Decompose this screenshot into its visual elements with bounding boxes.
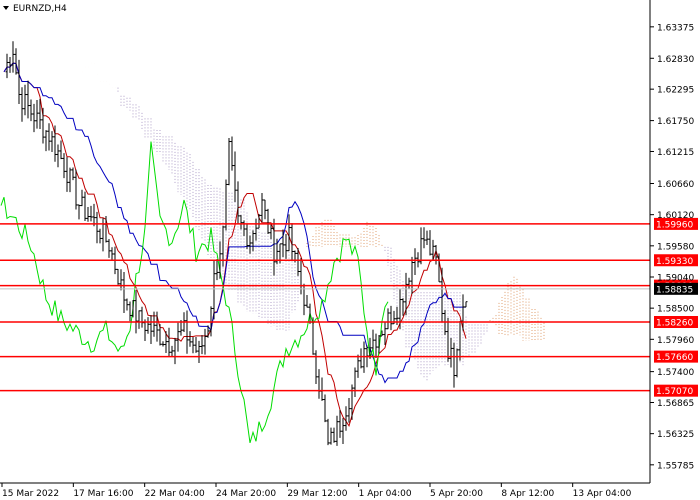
x-tick-label-5: 1 Apr 04:00: [359, 489, 412, 499]
y-tick-label-2: 1.62295: [657, 86, 694, 96]
y-tick-label-3: 1.61750: [657, 117, 694, 127]
symbol-header[interactable]: EURNZD,H4: [3, 4, 67, 14]
y-tick-label-9: 1.58500: [657, 305, 694, 315]
y-tick-label-8: 1.59040: [657, 273, 694, 283]
x-tick-label-2: 22 Mar 04:00: [145, 489, 205, 499]
level-label-3: 1.58260: [656, 319, 693, 329]
y-tick-label-0: 1.63375: [657, 23, 694, 33]
y-tick-label-13: 1.56325: [657, 430, 694, 440]
y-tick-label-4: 1.61215: [657, 148, 694, 158]
y-tick-label-10: 1.57960: [657, 336, 694, 346]
x-tick-label-3: 24 Mar 20:00: [216, 489, 276, 499]
x-tick-label-4: 29 Mar 12:00: [287, 489, 347, 499]
x-tick-label-6: 5 Apr 20:00: [430, 489, 483, 499]
y-tick-label-12: 1.56865: [657, 399, 694, 409]
x-tick-label-8: 13 Apr 04:00: [573, 489, 632, 499]
level-label-4: 1.57660: [656, 353, 693, 363]
y-tick-label-6: 1.60120: [657, 211, 694, 221]
y-tick-label-5: 1.60660: [657, 180, 694, 190]
y-tick-label-11: 1.57400: [657, 368, 694, 378]
x-tick-label-7: 8 Apr 12:00: [501, 489, 554, 499]
y-tick-label-14: 1.55785: [657, 461, 694, 471]
current-price-label: 1.58835: [656, 285, 693, 295]
level-label-1: 1.59330: [656, 257, 693, 267]
x-tick-label-1: 17 Mar 16:00: [73, 489, 133, 499]
level-label-0: 1.59960: [656, 220, 693, 230]
price-chart[interactable]: 1.599601.593301.588901.582601.576601.570…: [0, 0, 700, 500]
y-tick-label-1: 1.62830: [657, 55, 694, 65]
y-tick-label-7: 1.59580: [657, 242, 694, 252]
level-label-5: 1.57070: [656, 387, 693, 397]
x-tick-label-0: 15 Mar 2022: [2, 489, 59, 499]
symbol-label: EURNZD,H4: [13, 4, 67, 14]
chart-background: [0, 0, 700, 500]
